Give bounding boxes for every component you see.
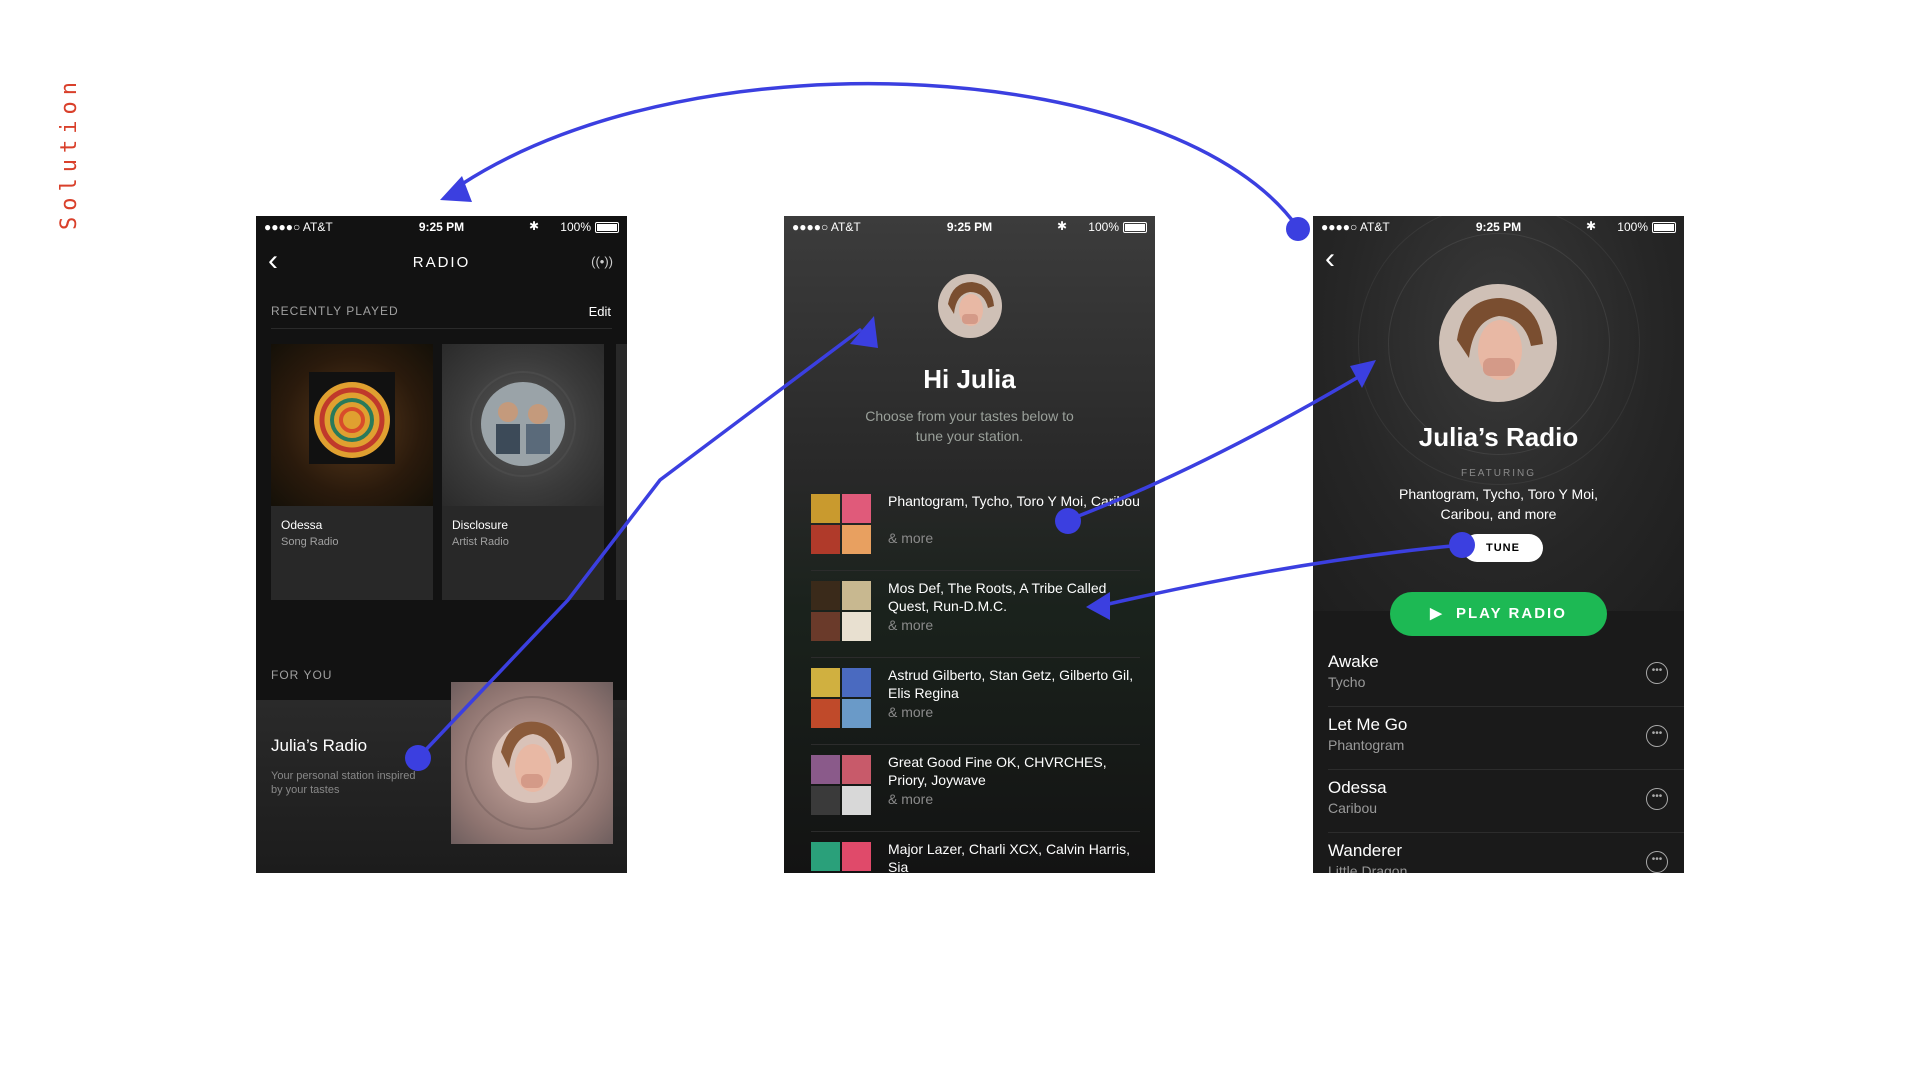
arrow-radio-to-tastes [416, 328, 862, 760]
arrow-start-dot [1286, 217, 1310, 241]
arrowhead [1086, 592, 1110, 620]
arrow-start-dot [1449, 532, 1475, 558]
arrowhead [1350, 360, 1376, 388]
arrow-station-to-radio [460, 81, 1300, 230]
arrowhead [850, 316, 878, 348]
arrow-start-dot [405, 745, 431, 771]
arrow-tune-to-taste [1102, 543, 1464, 607]
arrow-start-dot [1055, 508, 1081, 534]
flow-arrows [405, 81, 1475, 771]
arrow-taste-to-station [1066, 374, 1362, 522]
